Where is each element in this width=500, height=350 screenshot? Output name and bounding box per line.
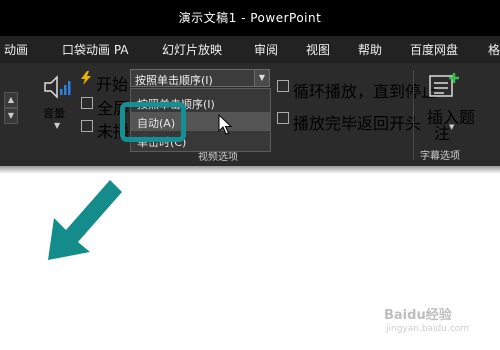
tab-format-partial[interactable]: 格 [488,41,500,58]
lightning-icon [81,71,91,85]
loop-label: 循环播放，直到停止 [293,82,438,101]
tab-view[interactable]: 视图 [306,41,330,58]
hide-checkbox[interactable] [81,120,93,132]
start-combobox-value: 按照单击顺序(I) [135,74,213,87]
chevron-down-icon[interactable]: ▼ [449,123,454,131]
group-divider [413,70,414,160]
spin-down-icon[interactable]: ▼ [4,108,18,124]
window-title: 演示文稿1 - PowerPoint [178,11,322,25]
spinner-control[interactable]: ▲ ▼ [0,92,20,124]
tab-review[interactable]: 审阅 [254,41,278,58]
fullscreen-checkbox[interactable] [81,97,93,109]
volume-label[interactable]: 音量 [43,105,65,121]
tab-pocket-animation[interactable]: 口袋动画 PA [62,41,129,58]
tab-help[interactable]: 帮助 [358,41,382,58]
watermark-logo: Baidu经验 jingyan.baidu.com [384,308,470,334]
chevron-down-icon[interactable]: ▼ [254,70,269,86]
annotation-arrow-icon [48,180,122,260]
spin-up-icon[interactable]: ▲ [4,92,18,108]
start-combobox[interactable]: 按照单击顺序(I) ▼ [130,69,270,87]
tab-animations[interactable]: 动画 [4,41,28,58]
insert-caption-icon[interactable] [428,73,460,101]
chevron-down-icon[interactable]: ▼ [54,121,60,130]
rewind-label: 播放完毕返回开头 [293,114,422,133]
highlight-annotation [120,102,186,142]
caption-options-group-label: 字幕选项 [420,151,460,162]
volume-icon[interactable] [42,72,72,102]
tab-baidu-netdisk[interactable]: 百度网盘 [410,41,458,58]
start-label: 开始: [96,75,134,94]
insert-caption-label-2[interactable]: 注 [434,120,450,144]
loop-checkbox[interactable] [277,80,289,92]
mouse-cursor-icon [218,114,232,135]
rewind-checkbox[interactable] [277,112,289,124]
tab-slideshow[interactable]: 幻灯片放映 [162,41,222,58]
title-bar: 演示文稿1 - PowerPoint [0,0,500,36]
ribbon-shadow [0,166,500,174]
ribbon-tabs: 动画 口袋动画 PA 幻灯片放映 审阅 视图 帮助 百度网盘 格 [0,36,500,63]
